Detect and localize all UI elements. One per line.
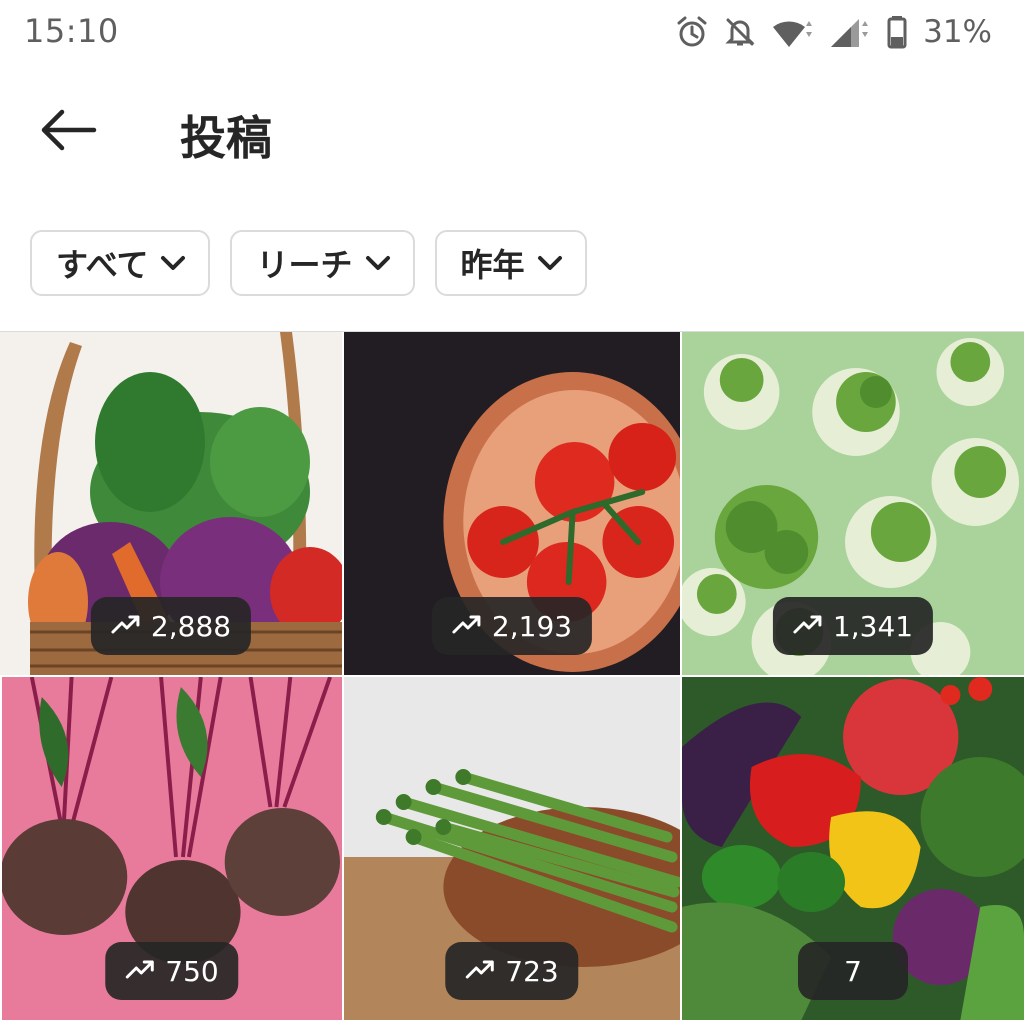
alarm-icon bbox=[675, 15, 709, 49]
post-grid: 2,888 2,193 1,341 750 723 7 bbox=[0, 331, 1024, 1020]
reach-count: 2,193 bbox=[491, 609, 573, 643]
post-tile[interactable]: 2,888 bbox=[0, 332, 342, 675]
status-time: 15:10 bbox=[24, 12, 119, 50]
post-tile[interactable]: 1,341 bbox=[680, 332, 1024, 675]
post-tile[interactable]: 2,193 bbox=[342, 332, 680, 675]
chevron-down-icon bbox=[365, 254, 391, 272]
filter-label: すべて bbox=[56, 246, 149, 284]
status-bar: 15:10 31% bbox=[0, 0, 1024, 64]
filter-label: リーチ bbox=[256, 246, 353, 284]
page-title: 投稿 bbox=[180, 111, 272, 165]
notifications-off-icon bbox=[723, 15, 757, 49]
post-tile[interactable]: 7 bbox=[680, 677, 1024, 1020]
back-button[interactable] bbox=[30, 100, 106, 160]
trending-up-icon bbox=[452, 610, 482, 643]
battery-icon bbox=[887, 15, 909, 49]
filter-bar: すべて リーチ 昨年 bbox=[30, 230, 587, 296]
trending-up-icon bbox=[111, 610, 141, 643]
reach-count: 750 bbox=[165, 954, 219, 988]
status-icons: 31% bbox=[675, 10, 992, 54]
reach-badge: 2,193 bbox=[431, 597, 593, 655]
trending-up-icon bbox=[465, 955, 495, 988]
reach-count: 723 bbox=[505, 954, 559, 988]
reach-badge: 7 bbox=[798, 942, 908, 1000]
reach-badge: 723 bbox=[445, 942, 579, 1000]
filter-period-dropdown[interactable]: 昨年 bbox=[434, 230, 587, 296]
chevron-down-icon bbox=[160, 254, 186, 272]
post-tile[interactable]: 750 bbox=[0, 677, 342, 1020]
cellular-signal-icon bbox=[829, 15, 873, 49]
reach-count: 2,888 bbox=[150, 609, 232, 643]
trending-up-icon bbox=[793, 610, 823, 643]
back-arrow-icon bbox=[41, 109, 97, 151]
reach-count: 1,341 bbox=[832, 609, 914, 643]
battery-percentage: 31% bbox=[923, 14, 992, 50]
app-header: 投稿 bbox=[0, 80, 1024, 180]
filter-type-dropdown[interactable]: すべて bbox=[30, 230, 211, 296]
wifi-icon bbox=[771, 15, 815, 49]
reach-badge: 2,888 bbox=[90, 597, 252, 655]
reach-count: 7 bbox=[844, 954, 862, 988]
reach-badge: 750 bbox=[105, 942, 239, 1000]
filter-label: 昨年 bbox=[460, 246, 525, 284]
post-tile[interactable]: 723 bbox=[342, 677, 680, 1020]
reach-badge: 1,341 bbox=[772, 597, 934, 655]
chevron-down-icon bbox=[537, 254, 563, 272]
trending-up-icon bbox=[125, 955, 155, 988]
filter-metric-dropdown[interactable]: リーチ bbox=[230, 230, 415, 296]
